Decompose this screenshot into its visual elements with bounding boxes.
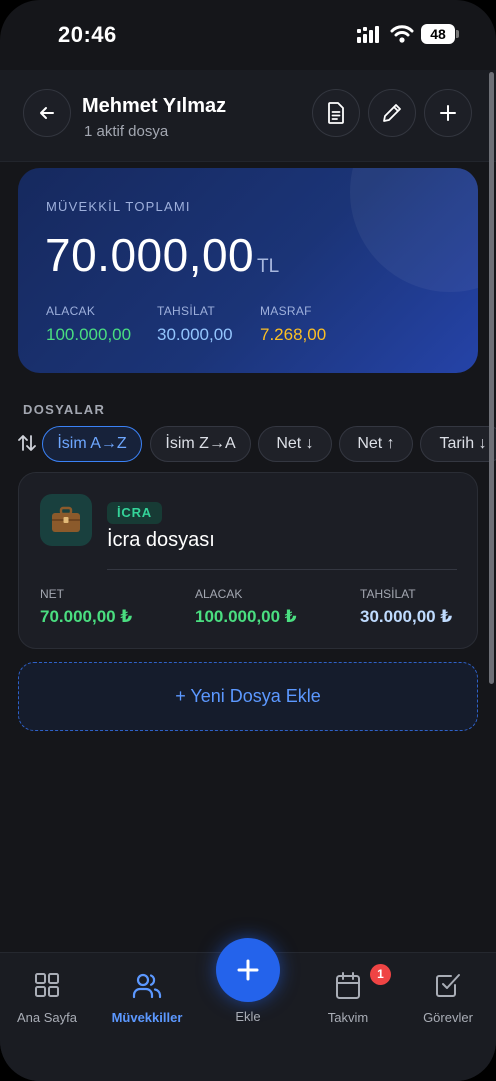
add-fab-button[interactable] bbox=[216, 938, 280, 1002]
summary-masraf-label: MASRAF bbox=[260, 304, 312, 318]
document-icon bbox=[328, 102, 344, 124]
sort-chip-net-desc[interactable]: Net ↓ bbox=[258, 426, 332, 462]
file-alacak-label: ALACAK bbox=[195, 587, 243, 601]
client-name: Mehmet Yılmaz bbox=[82, 95, 227, 117]
file-card[interactable]: İCRA İcra dosyası NET 70.000,00 ₺ ALACAK… bbox=[18, 472, 478, 649]
sort-chip-name-asc[interactable]: İsim A→Z bbox=[42, 426, 142, 462]
tab-add-label[interactable]: Ekle bbox=[208, 1009, 288, 1024]
tab-clients-label: Müvekkiller bbox=[111, 1010, 183, 1025]
grid-icon bbox=[35, 973, 59, 997]
scrollbar[interactable] bbox=[489, 72, 494, 684]
sort-chip-name-desc[interactable]: İsim Z→A bbox=[150, 426, 251, 462]
phone-screen: 20:46 48 Mehmet Yılmaz 1 aktif dosya MÜV… bbox=[0, 0, 496, 1081]
file-type-badge: İCRA bbox=[107, 502, 162, 524]
decorative-circle bbox=[350, 168, 478, 292]
cellular-signal-icon bbox=[357, 26, 379, 43]
summary-currency: TL bbox=[257, 256, 280, 277]
client-summary-card: MÜVEKKİL TOPLAMI 70.000,00 TL ALACAK 100… bbox=[18, 168, 478, 373]
battery-indicator: 48 bbox=[421, 24, 455, 44]
report-button[interactable] bbox=[312, 89, 360, 137]
tab-home-label: Ana Sayfa bbox=[17, 1010, 77, 1025]
client-header: Mehmet Yılmaz 1 aktif dosya bbox=[0, 70, 496, 162]
file-icon-box bbox=[40, 494, 92, 546]
file-card-divider bbox=[107, 569, 457, 570]
battery-tip bbox=[456, 30, 459, 38]
sort-chip-date-desc[interactable]: Tarih ↓ bbox=[420, 426, 496, 462]
plus-icon bbox=[440, 105, 456, 121]
summary-alacak-label: ALACAK bbox=[46, 304, 96, 318]
files-section-title: DOSYALAR bbox=[23, 402, 106, 417]
add-button[interactable] bbox=[424, 89, 472, 137]
tab-calendar-label: Takvim bbox=[327, 1010, 369, 1025]
summary-masraf-value: 7.268,00 bbox=[260, 325, 327, 344]
tab-home[interactable]: Ana Sayfa bbox=[0, 972, 97, 1025]
briefcase-icon bbox=[52, 506, 80, 532]
file-alacak: ALACAK 100.000,00 ₺ bbox=[195, 587, 297, 627]
summary-label: MÜVEKKİL TOPLAMI bbox=[46, 199, 191, 214]
file-net-value: 70.000,00 ₺ bbox=[40, 607, 133, 626]
summary-tahsilat-label: TAHSİLAT bbox=[157, 304, 215, 318]
tab-clients[interactable]: Müvekkiller bbox=[97, 972, 197, 1025]
status-time: 20:46 bbox=[58, 22, 117, 47]
file-name: İcra dosyası bbox=[107, 529, 215, 551]
checkbox-icon bbox=[436, 974, 460, 997]
edit-button[interactable] bbox=[368, 89, 416, 137]
file-net: NET 70.000,00 ₺ bbox=[40, 587, 132, 627]
summary-alacak: ALACAK 100.000,00 bbox=[46, 304, 131, 345]
file-tahsilat: TAHSİLAT 30.000,00 ₺ bbox=[360, 587, 452, 627]
summary-total-amount: 70.000,00 bbox=[45, 229, 255, 281]
summary-tahsilat-value: 30.000,00 bbox=[157, 325, 233, 344]
users-icon bbox=[132, 973, 162, 999]
sort-chip-net-asc[interactable]: Net ↑ bbox=[339, 426, 413, 462]
file-alacak-value: 100.000,00 ₺ bbox=[195, 607, 297, 626]
back-button[interactable] bbox=[23, 89, 71, 137]
file-net-label: NET bbox=[40, 587, 64, 601]
file-tahsilat-label: TAHSİLAT bbox=[360, 587, 416, 601]
calendar-notification-badge: 1 bbox=[370, 964, 391, 985]
file-tahsilat-value: 30.000,00 ₺ bbox=[360, 607, 453, 626]
sort-icon[interactable] bbox=[18, 433, 36, 453]
status-bar: 20:46 48 bbox=[0, 0, 496, 70]
tab-tasks[interactable]: Görevler bbox=[398, 972, 496, 1025]
calendar-icon bbox=[336, 972, 360, 999]
summary-tahsilat: TAHSİLAT 30.000,00 bbox=[157, 304, 233, 345]
active-file-count: 1 aktif dosya bbox=[84, 123, 169, 140]
plus-icon bbox=[237, 959, 259, 981]
wifi-icon bbox=[390, 25, 414, 43]
summary-alacak-value: 100.000,00 bbox=[46, 325, 132, 344]
tab-tasks-label: Görevler bbox=[423, 1010, 473, 1025]
arrow-left-icon bbox=[40, 107, 54, 119]
pencil-icon bbox=[383, 104, 401, 122]
summary-masraf: MASRAF 7.268,00 bbox=[260, 304, 326, 345]
add-new-file-button[interactable]: + Yeni Dosya Ekle bbox=[18, 662, 478, 731]
